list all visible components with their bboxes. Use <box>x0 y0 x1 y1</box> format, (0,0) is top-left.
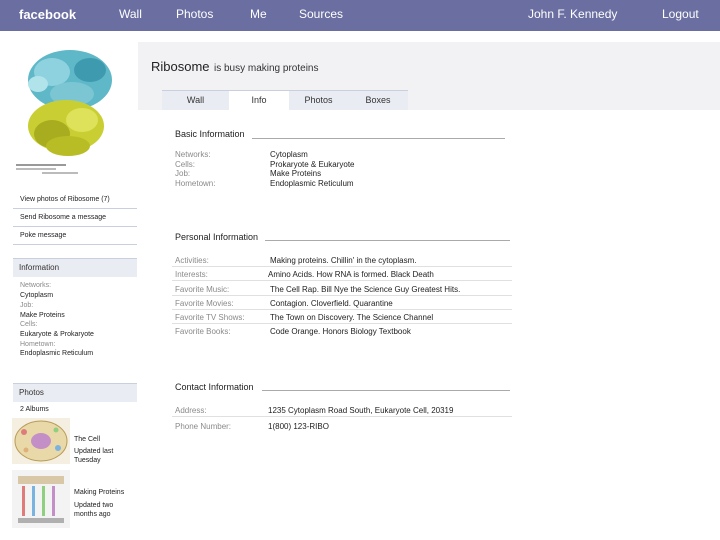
basic-cells-label: Cells: <box>175 160 196 169</box>
profile-status: is busy making proteins <box>213 63 319 74</box>
poke-link[interactable]: Poke message <box>20 232 66 239</box>
basic-cells-value: Prokaryote & Eukaryote <box>270 160 355 169</box>
nav-photos-link[interactable]: Photos <box>176 7 213 21</box>
phone-value: 1(800) 123-RIBO <box>268 422 329 431</box>
row-divider <box>172 295 512 296</box>
basic-networks-value[interactable]: Cytoplasm <box>270 150 308 159</box>
nav-user-name[interactable]: John F. Kennedy <box>528 7 617 21</box>
tab-photos[interactable]: Photos <box>289 90 348 110</box>
info-cells-value: Eukaryote & Prokaryote <box>20 331 94 338</box>
interests-value: Amino Acids. How RNA is formed. Black De… <box>268 270 434 279</box>
profile-heading: Ribosome is busy making proteins <box>151 58 318 76</box>
top-nav-bar: facebook Wall Photos Me Sources John F. … <box>0 0 720 31</box>
facebook-logo[interactable]: facebook <box>19 7 76 22</box>
tab-wall[interactable]: Wall <box>162 90 229 110</box>
photos-header: Photos <box>13 383 137 402</box>
photos-title: Photos <box>19 388 44 397</box>
favorite-music-value: The Cell Rap. Bill Nye the Science Guy G… <box>270 285 461 294</box>
phone-label: Phone Number: <box>175 422 232 431</box>
album-title-making-proteins[interactable]: Making Proteins <box>74 489 124 496</box>
activities-value: Making proteins. Chillin' in the cytopla… <box>270 256 417 265</box>
row-divider <box>172 309 512 310</box>
info-job-label: Job: <box>20 302 34 309</box>
favorite-books-value: Code Orange. Honors Biology Textbook <box>270 327 411 336</box>
row-divider <box>172 266 512 267</box>
nav-sources-link[interactable]: Sources <box>299 7 343 21</box>
contact-info-title: Contact Information <box>175 382 254 392</box>
basic-info-divider <box>252 138 505 139</box>
interests-label: Interests: <box>175 270 208 279</box>
view-photos-link[interactable]: View photos of Ribosome (7) <box>20 196 110 203</box>
nav-logout-link[interactable]: Logout <box>662 7 699 21</box>
basic-hometown-label: Hometown: <box>175 179 216 188</box>
send-message-link[interactable]: Send Ribosome a message <box>20 214 106 221</box>
protein-synthesis-diagram-image <box>12 470 70 528</box>
personal-info-divider <box>265 240 510 241</box>
ribosome-image <box>12 42 126 182</box>
profile-picture[interactable] <box>12 42 126 182</box>
information-header: Information <box>13 258 137 277</box>
album-updated-making-proteins-2: months ago <box>74 511 111 518</box>
favorite-movies-label: Favorite Movies: <box>175 299 234 308</box>
row-divider <box>172 280 512 281</box>
tab-info[interactable]: Info <box>229 90 289 110</box>
information-title: Information <box>19 263 60 272</box>
sidebar-divider <box>13 244 137 245</box>
sidebar-divider <box>13 226 137 227</box>
info-networks-label: Networks: <box>20 282 52 289</box>
cell-diagram-image <box>12 418 70 464</box>
favorite-music-label: Favorite Music: <box>175 285 230 294</box>
album-thumbnail-making-proteins[interactable] <box>12 470 70 528</box>
personal-info-title: Personal Information <box>175 232 259 242</box>
info-cells-label: Cells: <box>20 321 38 328</box>
tab-boxes[interactable]: Boxes <box>348 90 408 110</box>
basic-hometown-value: Endoplasmic Reticulum <box>270 179 354 188</box>
album-updated-the-cell: Updated last <box>74 448 114 455</box>
info-hometown-label: Hometown: <box>20 341 56 348</box>
basic-job-value: Make Proteins <box>270 169 322 178</box>
address-value: 1235 Cytoplasm Road South, Eukaryote Cel… <box>268 406 454 415</box>
favorite-books-label: Favorite Books: <box>175 327 231 336</box>
address-label: Address: <box>175 406 207 415</box>
album-updated-the-cell-2: Tuesday <box>74 457 101 464</box>
row-divider <box>172 416 512 417</box>
album-title-the-cell[interactable]: The Cell <box>74 436 100 443</box>
profile-name: Ribosome <box>151 59 210 74</box>
nav-me-link[interactable]: Me <box>250 7 267 21</box>
row-divider <box>172 323 512 324</box>
activities-label: Activities: <box>175 256 209 265</box>
info-hometown-value: Endoplasmic Reticulum <box>20 350 94 357</box>
favorite-tv-value: The Town on Discovery. The Science Chann… <box>270 313 434 322</box>
albums-count[interactable]: 2 Albums <box>20 406 49 413</box>
album-updated-making-proteins: Updated two <box>74 502 114 509</box>
favorite-tv-label: Favorite TV Shows: <box>175 313 245 322</box>
info-job-value: Make Proteins <box>20 312 65 319</box>
basic-networks-label: Networks: <box>175 150 211 159</box>
contact-info-divider <box>262 390 510 391</box>
info-networks-value[interactable]: Cytoplasm <box>20 292 53 299</box>
basic-info-title: Basic Information <box>175 129 245 139</box>
basic-job-label: Job: <box>175 169 191 178</box>
album-thumbnail-the-cell[interactable] <box>12 418 70 464</box>
sidebar-divider <box>13 208 137 209</box>
favorite-movies-value: Contagion. Cloverfield. Quarantine <box>270 299 393 308</box>
nav-wall-link[interactable]: Wall <box>119 7 142 21</box>
